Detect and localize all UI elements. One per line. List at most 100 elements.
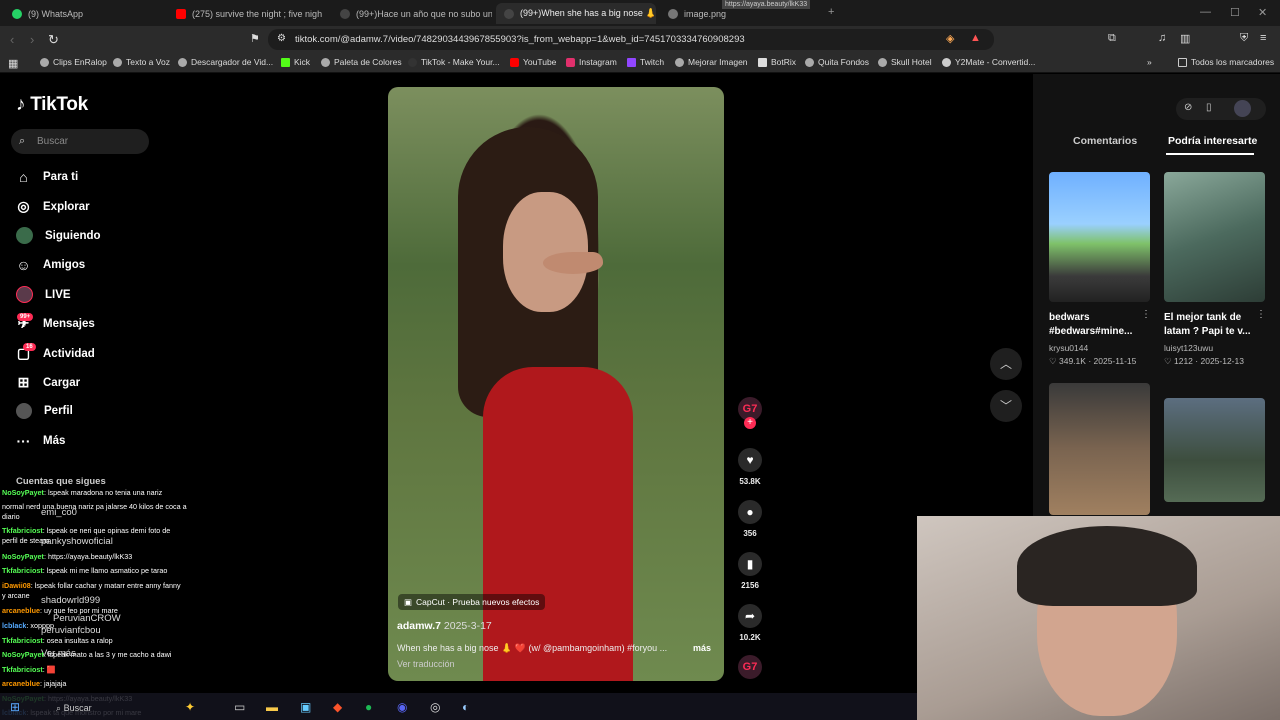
comment-button[interactable]: ● 356 <box>735 500 765 538</box>
bookmark-item[interactable]: Twitch <box>627 57 664 67</box>
nav-cargar[interactable]: ⊞ Cargar <box>16 374 80 391</box>
next-video-button[interactable]: ﹀ <box>990 390 1022 422</box>
nav-explorar[interactable]: ◎ Explorar <box>16 198 89 215</box>
obs-icon[interactable]: ◎ <box>430 700 440 714</box>
spotify-icon[interactable]: ● <box>365 700 372 714</box>
discord-icon[interactable]: ◉ <box>397 700 407 714</box>
previous-video-button[interactable]: ︿ <box>990 348 1022 380</box>
task-view-icon[interactable]: ▭ <box>234 700 245 714</box>
live-icon <box>16 286 33 303</box>
brave-icon[interactable]: ◆ <box>333 700 342 714</box>
nav-perfil[interactable]: Perfil <box>16 403 73 419</box>
share-button[interactable]: ➦ 10.2K <box>735 604 765 642</box>
brave-shield-icon[interactable]: ◈ <box>946 32 954 45</box>
follow-plus-icon[interactable]: + <box>744 417 756 429</box>
compass-icon[interactable]: ⊘ <box>1184 102 1192 113</box>
minimize-icon[interactable]: — <box>1200 6 1211 18</box>
video-card-title[interactable]: bedwars #bedwars#mine... <box>1049 311 1132 339</box>
phone-icon[interactable]: ▯ <box>1206 102 1212 113</box>
video-thumbnail[interactable] <box>1049 172 1150 302</box>
shield-icon[interactable]: ⛨ <box>1240 32 1248 45</box>
forward-icon[interactable]: › <box>30 32 34 47</box>
video-author[interactable]: adamw.7 2025-3-17 <box>397 620 492 632</box>
bookmark-item[interactable]: Y2Mate - Convertid... <box>942 57 1035 67</box>
more-options-icon[interactable]: ⋮ <box>1256 309 1266 320</box>
bookmark-item[interactable]: Quita Fondos <box>805 57 869 67</box>
new-tab-icon[interactable]: + <box>828 6 834 18</box>
nav-para-ti[interactable]: ⌂ Para ti <box>16 169 78 185</box>
creator-avatar[interactable]: G7 + <box>735 397 765 429</box>
apps-icon[interactable]: ▦ <box>8 57 18 70</box>
bookmark-item[interactable]: Descargador de Vid... <box>178 57 273 67</box>
bookmark-item[interactable]: Kick <box>281 57 310 67</box>
video-player[interactable] <box>388 87 724 681</box>
globe-icon <box>805 57 814 67</box>
bookmark-icon[interactable]: ⚑ <box>250 32 260 45</box>
chat-text: : lspeak maradona no tenia una nariz <box>43 488 163 497</box>
back-icon[interactable]: ‹ <box>10 32 14 47</box>
search-input[interactable]: ⌕ Buscar <box>11 129 149 154</box>
tab-tiktok-active[interactable]: (99+)When she has a big nose 👃✕ <box>496 3 656 24</box>
brave-rewards-icon[interactable]: ▲ <box>970 32 981 44</box>
bookmark-item[interactable]: BotRix <box>758 57 796 67</box>
tiktok-logo[interactable]: ♪ TikTok <box>16 94 88 116</box>
nav-siguiendo[interactable]: Siguiendo <box>16 227 101 244</box>
chat-text: : osea insultas a ralop <box>42 636 113 645</box>
bookmark-item[interactable]: Texto a Voz <box>113 57 170 67</box>
site-info-icon[interactable]: ⚙ <box>277 33 286 44</box>
caption-more-link[interactable]: más <box>693 643 711 653</box>
tab-tiktok-1[interactable]: (99+)Hace un año que no subo un ti <box>332 3 492 24</box>
nav-amigos[interactable]: ☺ Amigos <box>16 257 85 273</box>
video-card-user[interactable]: luisyt123uwu <box>1164 343 1213 353</box>
capcut-tag[interactable]: ▣ CapCut · Prueba nuevos efectos <box>398 594 546 610</box>
bookmark-item[interactable]: Mejorar Imagen <box>675 57 748 67</box>
translate-link[interactable]: Ver traducción <box>397 659 455 669</box>
folder-icon <box>1178 57 1187 67</box>
bookmark-item[interactable]: Skull Hotel <box>878 57 932 67</box>
extensions-icon[interactable]: ⧉ <box>1108 32 1116 45</box>
video-card-user[interactable]: krysu0144 <box>1049 343 1088 353</box>
video-card-title[interactable]: El mejor tank de latam ? Papi te v... <box>1164 311 1251 339</box>
user-avatar[interactable] <box>1234 100 1251 117</box>
tab-podria-interesarte[interactable]: Podría interesarte <box>1168 135 1257 147</box>
sparkle-icon[interactable]: ✦ <box>185 700 195 714</box>
file-explorer-icon[interactable]: ▬ <box>266 700 278 714</box>
sound-disc[interactable]: G7 <box>735 655 765 679</box>
video-thumbnail[interactable] <box>1164 398 1265 502</box>
sidebar-icon[interactable]: ▥ <box>1180 32 1190 45</box>
bookmark-item[interactable]: Paleta de Colores <box>321 57 402 67</box>
media-icon[interactable]: ♫ <box>1158 32 1166 44</box>
maximize-icon[interactable]: ☐ <box>1230 6 1240 19</box>
chat-username: Tkfabriciost <box>2 665 43 674</box>
video-thumbnail[interactable] <box>1164 172 1265 302</box>
tab-whatsapp[interactable]: (9) WhatsApp <box>4 3 164 24</box>
taskbar-search[interactable]: ⌕ Buscar <box>56 703 92 714</box>
bookmark-item[interactable]: Instagram <box>566 57 617 67</box>
tab-youtube[interactable]: (275) survive the night ; five nigh <box>168 3 328 24</box>
save-button[interactable]: ▮ 2156 <box>735 552 765 590</box>
windows-start-icon[interactable]: ⊞ <box>10 700 20 714</box>
steam-icon[interactable]: ◐ <box>462 700 469 714</box>
tab-comentarios[interactable]: Comentarios <box>1073 135 1137 147</box>
nav-mas[interactable]: ··· Más <box>16 433 66 449</box>
window-close-icon[interactable]: ✕ <box>1258 6 1267 19</box>
chat-username: Tkfabriciost <box>2 636 43 645</box>
chat-text: normal nerd una buena nariz pa jalarse 4… <box>2 502 187 511</box>
address-bar[interactable]: ⚙ tiktok.com/@adamw.7/video/748290344396… <box>268 29 994 50</box>
bookmarks-overflow-icon[interactable]: » <box>1147 57 1152 67</box>
bookmark-item[interactable]: YouTube <box>510 57 556 67</box>
reload-icon[interactable]: ↻ <box>48 32 59 48</box>
tiktok-icon <box>504 8 514 19</box>
video-card-meta: ♡ 349.1K · 2025-11-15 <box>1049 356 1137 366</box>
bookmark-item[interactable]: TikTok - Make Your... <box>408 57 500 67</box>
store-icon[interactable]: ▣ <box>300 700 311 714</box>
more-options-icon[interactable]: ⋮ <box>1141 309 1151 320</box>
bookmark-item[interactable]: Clips EnRalop <box>40 57 107 67</box>
nav-live[interactable]: LIVE <box>16 286 71 303</box>
all-bookmarks[interactable]: Todos los marcadores <box>1178 57 1274 67</box>
video-thumbnail[interactable] <box>1049 383 1150 515</box>
menu-icon[interactable]: ≡ <box>1260 32 1266 44</box>
chat-text: diario <box>2 512 20 521</box>
like-button[interactable]: ♥ 53.8K <box>735 448 765 486</box>
panel-controls: ⊘ ▯ <box>1176 98 1266 120</box>
